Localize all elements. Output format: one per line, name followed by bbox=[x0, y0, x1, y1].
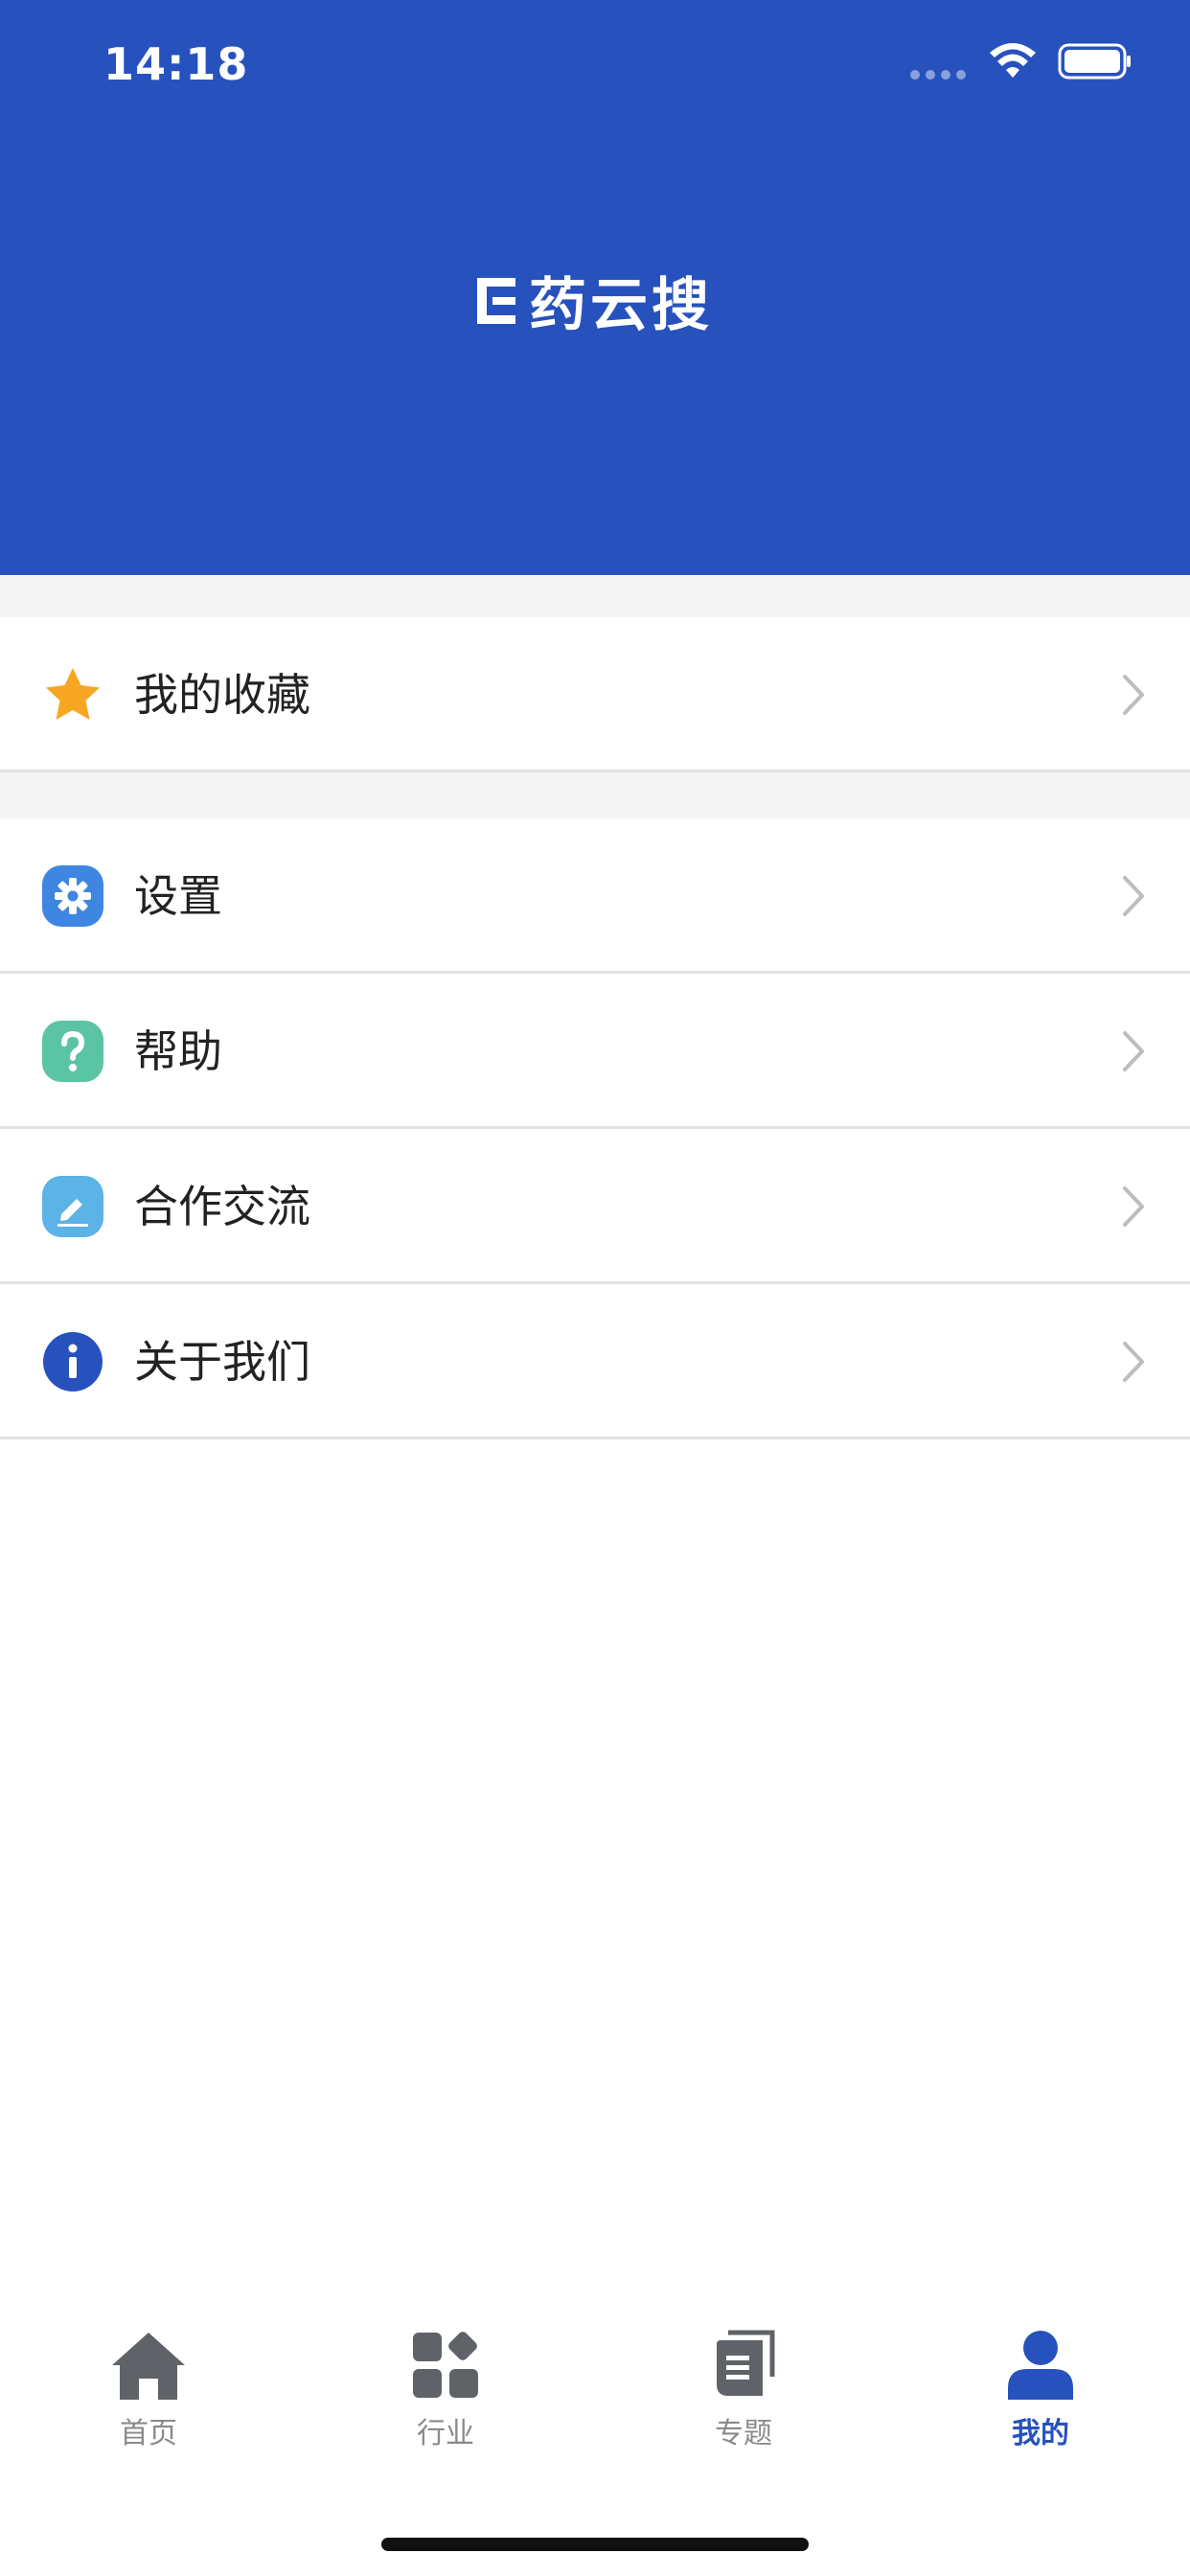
tab-mine[interactable]: 我的 bbox=[945, 2329, 1136, 2451]
pencil-icon bbox=[42, 1176, 103, 1237]
menu-item-help[interactable]: 帮助 bbox=[0, 974, 1190, 1129]
menu-item-label: 关于我们 bbox=[134, 1336, 310, 1388]
logo-text: 药云搜 bbox=[529, 272, 713, 339]
menu-item-label: 我的收藏 bbox=[134, 669, 310, 721]
battery-icon bbox=[1058, 43, 1131, 80]
status-time: 14:18 bbox=[103, 38, 249, 90]
menu-item-label: 设置 bbox=[134, 870, 222, 922]
tab-industry[interactable]: 行业 bbox=[350, 2329, 541, 2451]
document-icon bbox=[717, 2330, 775, 2396]
tab-label: 行业 bbox=[417, 2417, 474, 2450]
chevron-right-icon bbox=[1123, 1186, 1144, 1227]
gear-icon bbox=[42, 865, 103, 927]
logo-mark-icon bbox=[477, 277, 515, 324]
star-icon bbox=[46, 668, 100, 720]
home-icon bbox=[112, 2333, 185, 2400]
section-gap bbox=[0, 772, 1190, 818]
header: 14:18 药云搜 bbox=[0, 0, 1190, 575]
menu-item-settings[interactable]: 设置 bbox=[0, 818, 1190, 974]
tab-label: 专题 bbox=[715, 2417, 772, 2450]
menu-item-cooperation[interactable]: 合作交流 bbox=[0, 1129, 1190, 1284]
tab-topics[interactable]: 专题 bbox=[648, 2329, 839, 2451]
grid-icon bbox=[413, 2332, 478, 2398]
chevron-right-icon bbox=[1123, 1342, 1144, 1382]
home-indicator bbox=[381, 2538, 809, 2551]
tab-bar: 首页 行业 专题 我的 bbox=[0, 2329, 1190, 2501]
menu-item-label: 合作交流 bbox=[134, 1181, 310, 1232]
user-icon bbox=[1008, 2331, 1073, 2400]
section-gap bbox=[0, 575, 1190, 617]
chevron-right-icon bbox=[1123, 675, 1144, 715]
menu-item-label: 帮助 bbox=[134, 1025, 222, 1077]
wifi-icon bbox=[990, 43, 1036, 78]
status-indicators bbox=[910, 43, 1133, 80]
chevron-right-icon bbox=[1123, 1031, 1144, 1071]
chevron-right-icon bbox=[1123, 876, 1144, 916]
tab-home[interactable]: 首页 bbox=[53, 2329, 244, 2451]
tab-label: 首页 bbox=[120, 2417, 177, 2450]
app-logo: 药云搜 bbox=[0, 259, 1190, 342]
question-icon bbox=[42, 1021, 103, 1082]
tab-label: 我的 bbox=[1012, 2417, 1069, 2450]
menu-item-about[interactable]: 关于我们 bbox=[0, 1284, 1190, 1439]
menu-item-favorites[interactable]: 我的收藏 bbox=[0, 617, 1190, 772]
info-icon bbox=[43, 1332, 103, 1392]
signal-icon bbox=[910, 70, 966, 80]
